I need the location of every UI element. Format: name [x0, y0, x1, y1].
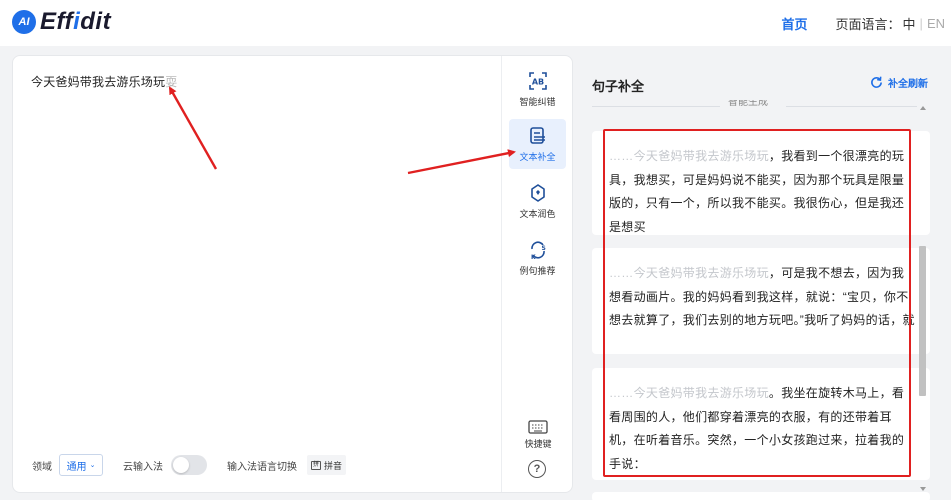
tool-text-completion-label: 文本补全: [519, 151, 556, 162]
svg-text:AB: AB: [531, 77, 543, 86]
cloud-ime-toggle[interactable]: [171, 455, 207, 475]
polish-icon: [530, 183, 545, 202]
tool-text-polish-label: 文本润色: [519, 208, 556, 219]
shortcut-label: 快捷键: [524, 439, 552, 449]
logo-text-c: dit: [80, 8, 112, 35]
editor-bottom-bar: 领域 通用 ⌄ 云输入法 输入法语言切换 拼 拼音: [32, 454, 347, 476]
logo-text: Effidit: [40, 9, 111, 35]
svg-text:K: K: [531, 254, 536, 260]
editor-input[interactable]: 今天爸妈带我去游乐场玩耍: [31, 73, 177, 90]
completion-panel: 句子补全 补全刷新 智能生成 ……今天爸妈带我去游乐场玩，我看到一个很漂亮的玩具…: [578, 55, 942, 500]
completion-card-1[interactable]: ……今天爸妈带我去游乐场玩，我看到一个很漂亮的玩具，我想买，可是妈妈说不能买，因…: [592, 131, 930, 235]
ime-pinyin-label: 拼音: [324, 460, 343, 471]
nav-home-link[interactable]: 首页: [782, 14, 808, 33]
logo-text-a: Eff: [40, 8, 74, 35]
tool-sentence-recommend-label: 例句推荐: [519, 265, 556, 276]
domain-label: 领域: [32, 461, 52, 473]
ime-key-icon: 拼: [311, 460, 321, 470]
sentence-recommend-icon: S K: [531, 240, 545, 260]
ime-switch-label: 输入法语言切换: [227, 461, 297, 473]
section-label: 智能生成: [728, 100, 768, 108]
tool-error-correction-label: 智能纠错: [519, 96, 556, 107]
editor-input-text: 今天爸妈带我去游乐场玩: [31, 75, 166, 89]
keyboard-icon: [528, 420, 548, 434]
help-icon[interactable]: ?: [528, 460, 546, 478]
top-header: AI Effidit 首页 页面语言： 中 | EN: [0, 0, 951, 46]
chevron-down-icon: ⌄: [89, 462, 96, 469]
tool-sentence-recommend[interactable]: S K 例句推荐: [509, 233, 566, 283]
panel-title: 句子补全: [592, 79, 645, 94]
tool-text-completion[interactable]: 文本补全: [509, 119, 566, 169]
refresh-completion-button[interactable]: 补全刷新: [870, 75, 928, 90]
scroll-up-arrow-icon[interactable]: [920, 106, 926, 110]
lang-en-option[interactable]: EN: [927, 16, 945, 31]
effidit-logo[interactable]: AI Effidit: [12, 9, 111, 35]
lang-zh-option[interactable]: 中: [903, 14, 916, 33]
completion-card-3[interactable]: ……今天爸妈带我去游乐场玩。我坐在旋转木马上，看看周围的人，他们都穿着漂亮的衣服…: [592, 368, 930, 480]
domain-select-value: 通用: [66, 461, 87, 473]
ime-pinyin-button[interactable]: 拼 拼音: [307, 455, 347, 475]
refresh-icon: [871, 76, 882, 88]
refresh-label: 补全刷新: [888, 79, 928, 90]
page-language-label: 页面语言：: [835, 16, 901, 32]
svg-text:S: S: [541, 245, 545, 252]
completion-card-2[interactable]: ……今天爸妈带我去游乐场玩，可是我不想去，因为我想看动画片。我的妈妈看到我这样，…: [592, 248, 930, 354]
domain-select[interactable]: 通用 ⌄: [59, 454, 103, 476]
editor-card: 今天爸妈带我去游乐场玩耍 AB 智能纠错 文本补全 文本润色 S K 例句推荐 …: [12, 55, 573, 493]
toolbar-divider: [501, 56, 502, 492]
toggle-knob: [173, 457, 189, 473]
lang-separator: |: [919, 15, 923, 31]
tool-text-polish[interactable]: 文本润色: [509, 176, 566, 226]
logo-badge: AI: [12, 10, 36, 34]
completion-card-4[interactable]: [592, 492, 930, 500]
completion-prefix: ……今天爸妈带我去游乐场玩: [609, 386, 769, 400]
text-complete-icon: [529, 126, 545, 144]
editor-ghost-suggestion: 耍: [165, 75, 178, 89]
section-divider-right: [786, 106, 917, 107]
tool-error-correction[interactable]: AB 智能纠错: [509, 64, 566, 114]
shortcut-button[interactable]: 快捷键: [521, 420, 555, 450]
scroll-down-arrow-icon[interactable]: [920, 487, 926, 491]
completion-prefix: ……今天爸妈带我去游乐场玩: [609, 266, 769, 280]
section-divider-left: [592, 106, 720, 107]
cloud-ime-label: 云输入法: [123, 461, 163, 473]
ab-scan-icon: AB: [528, 71, 547, 90]
completion-prefix: ……今天爸妈带我去游乐场玩: [609, 149, 769, 163]
top-nav: 首页 页面语言： 中 | EN: [782, 0, 946, 46]
scrollbar-thumb[interactable]: [919, 246, 926, 396]
